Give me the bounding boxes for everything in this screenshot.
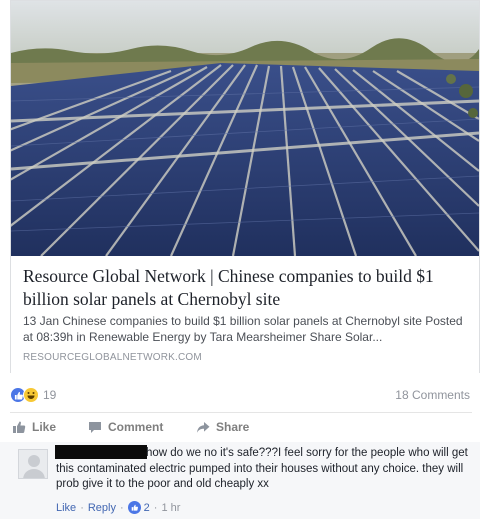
comment-likes-count[interactable]: 2 — [144, 502, 150, 514]
link-info[interactable]: Resource Global Network | Chinese compan… — [11, 256, 479, 373]
post-actions: Like Comment Share — [10, 418, 472, 440]
like-button[interactable]: Like — [12, 420, 56, 434]
reactions-summary[interactable]: 19 — [10, 386, 56, 404]
share-arrow-icon — [197, 421, 210, 433]
avatar[interactable] — [18, 449, 48, 479]
separator-dot: · — [153, 501, 158, 514]
comment-icon — [89, 421, 101, 433]
comment-reply-link[interactable]: Reply — [88, 502, 116, 514]
default-avatar-icon — [19, 450, 47, 478]
share-label: Share — [216, 420, 250, 434]
solar-farm-photo — [11, 1, 479, 256]
separator-dot: · — [119, 501, 124, 514]
comment-time[interactable]: 1 hr — [161, 502, 180, 514]
comment-meta: Like · Reply · 2 · 1 hr — [56, 501, 180, 514]
share-button[interactable]: Share — [196, 420, 249, 434]
separator-dot: · — [80, 501, 84, 514]
link-domain: RESOURCEGLOBALNETWORK.COM — [23, 352, 202, 363]
comments-count[interactable]: 18 Comments — [395, 388, 470, 402]
reactions-count[interactable]: 19 — [43, 388, 56, 402]
link-title[interactable]: Resource Global Network | Chinese compan… — [23, 265, 463, 311]
comment-section: how do we no it's safe???I feel sorry fo… — [0, 442, 480, 519]
thumbs-up-icon — [13, 421, 26, 433]
comment-like-icon — [127, 501, 141, 514]
shared-link-card[interactable]: Resource Global Network | Chinese compan… — [10, 0, 480, 373]
comment-label: Comment — [108, 420, 164, 434]
comment-text: how do we no it's safe???I feel sorry fo… — [56, 447, 468, 490]
link-preview-image[interactable] — [11, 1, 479, 256]
link-description: 13 Jan Chinese companies to build $1 bil… — [23, 314, 463, 344]
divider — [10, 412, 472, 413]
comment-button[interactable]: Comment — [88, 420, 163, 434]
like-label: Like — [32, 420, 57, 434]
haha-icon — [23, 387, 39, 403]
comment-like-link[interactable]: Like — [56, 502, 76, 514]
